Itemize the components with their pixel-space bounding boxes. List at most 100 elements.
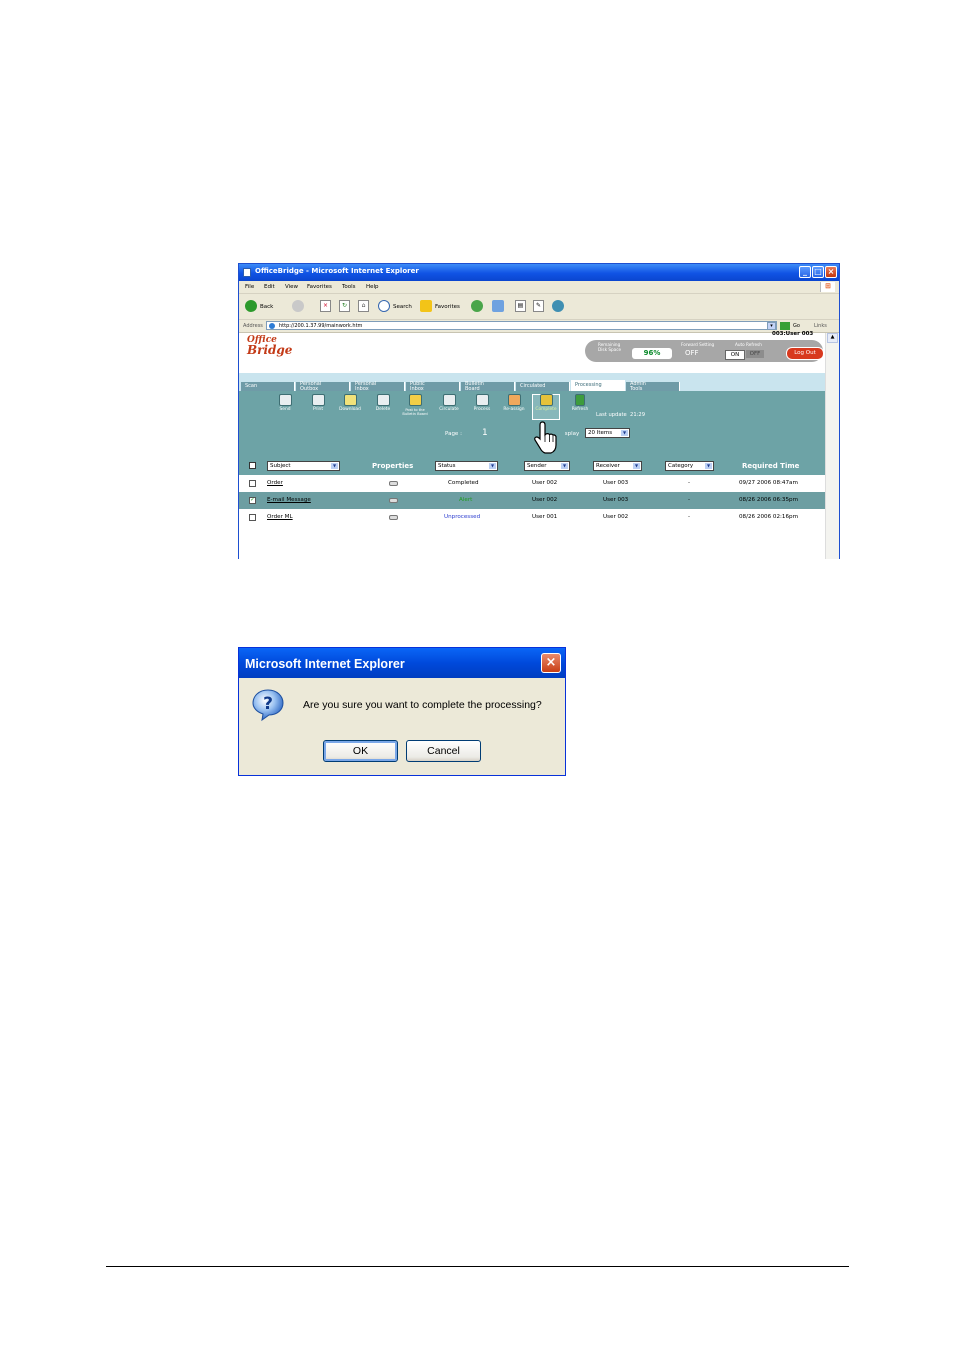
forward-icon[interactable] — [292, 300, 304, 312]
menu-edit[interactable]: Edit — [264, 284, 275, 290]
row-category: - — [688, 497, 691, 503]
home-icon[interactable]: ⌂ — [358, 300, 369, 312]
process-label: Process — [473, 407, 491, 412]
tab-circulated[interactable]: Circulated — [516, 382, 570, 391]
tab-admin-tools[interactable]: Admin Tools — [626, 382, 680, 391]
logout-button[interactable]: Log Out — [786, 347, 824, 360]
process-button[interactable]: Process — [467, 394, 497, 412]
complete-button[interactable]: Complete — [531, 394, 561, 412]
sender-column-select[interactable]: Sender ▼ — [524, 461, 570, 471]
address-dropdown-icon[interactable]: ▾ — [767, 322, 776, 330]
auto-refresh-off-button[interactable]: OFF — [746, 350, 764, 358]
subject-header: Subject — [270, 463, 291, 469]
menu-help[interactable]: Help — [366, 284, 379, 290]
envelope-icon — [389, 481, 398, 486]
delete-button[interactable]: Delete — [368, 394, 398, 412]
stop-icon[interactable]: × — [320, 300, 331, 312]
search-icon[interactable] — [378, 300, 390, 312]
scroll-up-icon[interactable]: ▲ — [827, 333, 838, 343]
row-checkbox[interactable] — [249, 480, 256, 487]
tab-public-inbox[interactable]: Public Inbox — [406, 382, 460, 391]
favorites-star-icon[interactable] — [420, 300, 432, 312]
auto-refresh-on-button[interactable]: ON — [725, 350, 745, 360]
subject-column-select[interactable]: Subject ▼ — [267, 461, 340, 471]
vertical-scrollbar[interactable]: ▲ — [825, 333, 839, 559]
row-subject-link[interactable]: E-mail Message — [267, 497, 311, 503]
menu-favorites[interactable]: Favorites — [307, 284, 332, 290]
tab-scan[interactable]: Scan — [241, 382, 295, 391]
current-user: 003:User 003 — [772, 331, 814, 337]
close-window-button[interactable]: × — [825, 266, 837, 278]
go-button[interactable]: Go — [793, 323, 800, 329]
circulate-label: Circulate — [439, 407, 459, 412]
download-label: Download — [339, 407, 361, 412]
browser-title: OfficeBridge - Microsoft Internet Explor… — [255, 267, 419, 275]
circulate-button[interactable]: Circulate — [434, 394, 464, 412]
messenger-icon[interactable] — [552, 300, 564, 312]
table-row[interactable]: ✓ E-mail Message Alert User 002 User 003… — [239, 492, 825, 509]
links-button[interactable]: Links — [814, 323, 827, 329]
address-input[interactable]: http://200.1.37.99/mainwork.htm — [266, 321, 777, 330]
table-header: Subject ▼ Properties Status ▼ Sender ▼ Rece… — [239, 457, 825, 475]
dialog-close-button[interactable]: × — [541, 653, 561, 673]
tab-personal-inbox[interactable]: Personal Inbox — [351, 382, 405, 391]
tab-bulletin-board[interactable]: Bulletin Board — [461, 382, 515, 391]
favorites-label[interactable]: Favorites — [435, 304, 460, 310]
display-items-select[interactable]: 20 Items ▼ — [585, 428, 630, 438]
confirm-dialog: Microsoft Internet Explorer × ? Are you … — [238, 647, 566, 776]
reassign-icon — [507, 394, 521, 406]
mail-icon[interactable] — [492, 300, 504, 312]
row-category: - — [688, 480, 691, 486]
menu-view[interactable]: View — [285, 284, 298, 290]
properties-header: Properties — [372, 462, 414, 470]
display-items-value: 20 Items — [588, 430, 613, 436]
go-arrow-icon[interactable] — [780, 322, 790, 330]
table-row[interactable]: Order ML Unprocessed User 001 User 002 -… — [239, 509, 825, 526]
back-label[interactable]: Back — [260, 304, 273, 310]
status-panel: Remaining Disk Space 96% Forward Setting… — [585, 340, 824, 362]
select-all-checkbox[interactable] — [249, 462, 256, 469]
print-icon[interactable]: ▤ — [515, 300, 526, 312]
download-button[interactable]: Download — [335, 394, 365, 412]
table-row[interactable]: Order Completed User 002 User 003 - 09/2… — [239, 475, 825, 492]
row-checkbox[interactable] — [249, 514, 256, 521]
post-bulletin-button[interactable]: Post to the Bulletin Board — [400, 394, 430, 417]
back-icon[interactable] — [245, 300, 257, 312]
search-label[interactable]: Search — [393, 304, 412, 310]
process-icon — [475, 394, 489, 406]
menu-tools[interactable]: Tools — [342, 284, 356, 290]
tab-personal-outbox[interactable]: Personal Outbox — [296, 382, 350, 391]
display-label: Display — [559, 431, 580, 437]
refresh-icon[interactable]: ↻ — [339, 300, 350, 312]
minimize-button[interactable]: _ — [799, 266, 811, 278]
svg-text:?: ? — [263, 694, 273, 714]
cancel-button[interactable]: Cancel — [406, 740, 481, 762]
maximize-button[interactable]: □ — [812, 266, 824, 278]
envelope-icon — [389, 515, 398, 520]
edit-icon[interactable]: ✎ — [533, 300, 544, 312]
reassign-button[interactable]: Re-assign — [499, 394, 529, 412]
page-label: Page : — [445, 431, 462, 437]
row-subject-link[interactable]: Order — [267, 480, 283, 486]
required-time-header: Required Time — [742, 462, 800, 470]
tab-processing[interactable]: Processing — [571, 380, 625, 391]
print-button[interactable]: Print — [303, 394, 333, 412]
tab-label: Circulated — [520, 383, 546, 389]
history-icon[interactable] — [471, 300, 483, 312]
category-column-select[interactable]: Category ▼ — [665, 461, 714, 471]
row-status: Completed — [448, 480, 479, 486]
row-checkbox[interactable]: ✓ — [249, 497, 256, 504]
page-footer-rule — [106, 1266, 849, 1267]
close-icon: × — [827, 267, 835, 276]
status-column-select[interactable]: Status ▼ — [435, 461, 498, 471]
hand-cursor-icon — [534, 421, 557, 454]
ok-button[interactable]: OK — [323, 740, 398, 762]
send-icon — [278, 394, 292, 406]
receiver-column-select[interactable]: Receiver ▼ — [593, 461, 642, 471]
dialog-titlebar: Microsoft Internet Explorer × — [239, 648, 565, 678]
category-header: Category — [668, 463, 694, 469]
row-subject-link[interactable]: Order ML — [267, 514, 293, 520]
menu-file[interactable]: File — [245, 284, 254, 290]
refresh-button[interactable]: Refresh — [565, 394, 595, 412]
send-button[interactable]: Send — [270, 394, 300, 412]
